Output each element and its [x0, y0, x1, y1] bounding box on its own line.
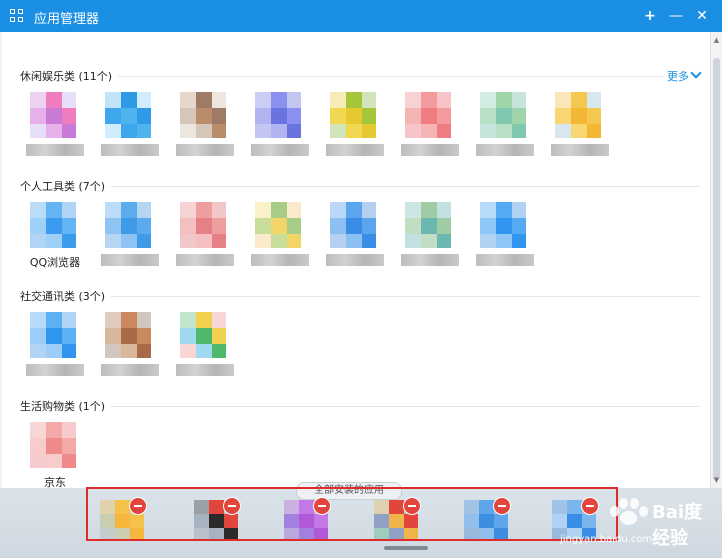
blurred-label [476, 254, 534, 266]
app-tile[interactable] [395, 202, 465, 290]
new-window-button[interactable]: + [640, 6, 660, 26]
app-tile[interactable] [320, 92, 390, 180]
blurred-label [176, 254, 234, 266]
blurred-label [101, 364, 159, 376]
section-shopping: 生活购物类 (1个) 京东 [2, 398, 710, 488]
section-tools: 个人工具类 (7个) QQ浏览器 [2, 178, 710, 288]
divider [20, 296, 700, 297]
chevron-down-icon [690, 67, 702, 79]
app-tile[interactable]: QQ浏览器 [20, 202, 90, 290]
divider [20, 186, 700, 187]
app-icon [255, 202, 301, 248]
blurred-label [401, 254, 459, 266]
app-icon [480, 202, 526, 248]
section-title: 休闲娱乐类 (11个) [20, 68, 119, 84]
app-tile[interactable] [470, 202, 540, 290]
app-label: 京东 [44, 476, 66, 488]
app-tile[interactable] [95, 202, 165, 290]
section-title: 社交通讯类 (3个) [20, 288, 112, 304]
vertical-scrollbar[interactable]: ▲ ▼ [710, 32, 722, 488]
app-icon [480, 92, 526, 138]
blurred-label [101, 144, 159, 156]
divider [20, 76, 700, 77]
app-tile[interactable] [95, 92, 165, 180]
app-tile[interactable] [20, 312, 90, 400]
app-icon [330, 92, 376, 138]
section-header: 社交通讯类 (3个) [20, 288, 700, 304]
close-button[interactable]: ✕ [692, 6, 712, 26]
blurred-label [176, 364, 234, 376]
section-header: 休闲娱乐类 (11个) 更多 [20, 67, 702, 84]
window-title: 应用管理器 [34, 12, 100, 27]
app-tile[interactable] [170, 92, 240, 180]
app-icon [330, 202, 376, 248]
section-title: 生活购物类 (1个) [20, 398, 112, 414]
app-tile[interactable] [320, 202, 390, 290]
app-tile[interactable] [95, 312, 165, 400]
app-grid-icon [10, 9, 24, 23]
scroll-down-icon[interactable]: ▼ [711, 474, 722, 486]
blurred-label [251, 254, 309, 266]
blurred-label [551, 144, 609, 156]
app-icon [105, 202, 151, 248]
app-tile[interactable] [170, 202, 240, 290]
blurred-label [26, 144, 84, 156]
divider [20, 406, 700, 407]
blurred-label [251, 144, 309, 156]
paw-logo-icon [608, 496, 648, 526]
app-icon [405, 202, 451, 248]
app-icon [30, 202, 76, 248]
highlight-box [86, 487, 618, 541]
app-icon [255, 92, 301, 138]
watermark: Bai度经验 jingyan.baidu.com [556, 496, 716, 552]
section-social: 社交通讯类 (3个) [2, 288, 710, 398]
bar-scroll-handle[interactable] [384, 546, 428, 550]
app-icon [30, 312, 76, 358]
blurred-label [101, 254, 159, 266]
more-link[interactable]: 更多 [663, 67, 702, 84]
app-tile[interactable]: 京东 [20, 422, 90, 488]
app-icon [180, 312, 226, 358]
app-icon [180, 202, 226, 248]
blurred-label [326, 144, 384, 156]
app-tile[interactable] [170, 312, 240, 400]
app-tile[interactable] [470, 92, 540, 180]
section-header: 生活购物类 (1个) [20, 398, 700, 414]
section-title: 个人工具类 (7个) [20, 178, 112, 194]
scroll-up-icon[interactable]: ▲ [711, 34, 722, 46]
app-icon [180, 92, 226, 138]
app-tile[interactable] [545, 92, 615, 180]
app-tile[interactable] [20, 92, 90, 180]
app-tile[interactable] [245, 92, 315, 180]
app-icon [405, 92, 451, 138]
section-header: 个人工具类 (7个) [20, 178, 700, 194]
app-icon [105, 312, 151, 358]
blurred-label [326, 254, 384, 266]
app-icon [105, 92, 151, 138]
app-tile[interactable] [395, 92, 465, 180]
app-icon [555, 92, 601, 138]
blurred-label [476, 144, 534, 156]
watermark-url: jingyan.baidu.com [560, 534, 653, 545]
app-tile[interactable] [245, 202, 315, 290]
app-icon [30, 92, 76, 138]
more-label: 更多 [667, 70, 689, 83]
blurred-label [176, 144, 234, 156]
blurred-label [401, 144, 459, 156]
scroll-thumb[interactable] [713, 58, 720, 480]
watermark-text: Bai度经验 [652, 502, 703, 549]
blurred-label [26, 364, 84, 376]
title-bar: 应用管理器 + — ✕ [0, 0, 722, 32]
app-list-panel: 休闲娱乐类 (11个) 更多 个人工具类 (7个) QQ浏览器 社交通讯类 (3… [2, 32, 710, 488]
app-label: QQ浏览器 [29, 256, 81, 269]
section-leisure: 休闲娱乐类 (11个) 更多 [2, 67, 710, 180]
app-icon [30, 422, 76, 468]
minimize-button[interactable]: — [666, 6, 686, 26]
